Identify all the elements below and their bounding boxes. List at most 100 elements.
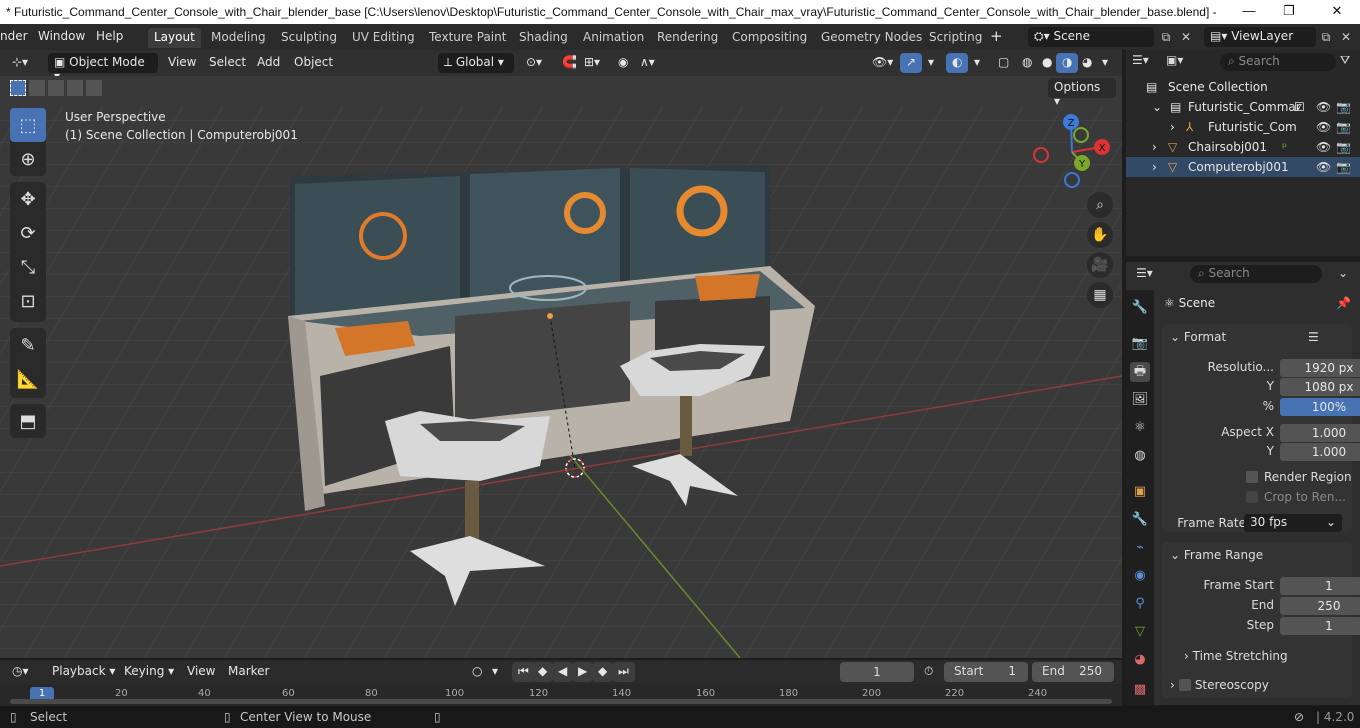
view-layer-tab-icon[interactable]: 🖼 — [1130, 390, 1150, 410]
play-reverse-icon[interactable]: ◀ — [552, 662, 574, 682]
select-subtract-icon[interactable] — [48, 80, 64, 96]
outliner-row-futuristic-empty[interactable]: › ⅄ Futuristic_Com 👁 📷 — [1126, 117, 1360, 137]
tab-animation[interactable]: Animation — [577, 28, 650, 48]
select-intersect-icon[interactable] — [86, 80, 102, 96]
eye-icon[interactable]: 👁 — [1316, 100, 1331, 114]
output-tab-icon[interactable]: 🖶 — [1130, 362, 1150, 382]
aspect-x-field[interactable]: 1.000 — [1280, 424, 1360, 442]
tab-scripting[interactable]: Scripting — [923, 28, 988, 48]
gizmo-toggle-icon[interactable]: ↗ — [900, 53, 923, 73]
tab-compositing[interactable]: Compositing — [726, 28, 813, 48]
material-tab-icon[interactable]: ◕ — [1130, 650, 1150, 670]
overlays-icon[interactable]: ◐ — [946, 53, 969, 73]
texture-tab-icon[interactable]: ▩ — [1130, 680, 1150, 700]
display-mode-icon[interactable]: ▣▾ — [1166, 53, 1183, 67]
options-chevron-icon[interactable]: ⌄ — [1338, 266, 1348, 280]
eye-icon[interactable]: 👁 — [1316, 140, 1331, 154]
mode-dropdown[interactable]: ▣ Object Mode ▾ — [48, 53, 158, 83]
playback-dropdown[interactable]: Playback ▾ — [46, 662, 121, 682]
zoom-icon[interactable]: ⌕ — [1087, 192, 1113, 218]
keying-dropdown[interactable]: Keying ▾ — [118, 662, 180, 682]
proportional-edit-icon[interactable]: ◉ — [612, 53, 634, 73]
expand-chevron-icon[interactable]: › — [1170, 120, 1175, 134]
options-dropdown[interactable]: Options ▾ — [1048, 78, 1116, 108]
play-icon[interactable]: ▶ — [572, 662, 594, 682]
outliner-row-computer[interactable]: › ▽ Computerobj001 👁 📷 — [1126, 157, 1360, 177]
close-icon[interactable]: ✕ — [1322, 3, 1352, 19]
resolution-x-field[interactable]: 1920 px — [1280, 359, 1360, 377]
frame-rate-dropdown[interactable]: 30 fps ⌄ — [1244, 514, 1342, 532]
physics-tab-icon[interactable]: ◉ — [1130, 566, 1150, 586]
tab-rendering[interactable]: Rendering — [651, 28, 724, 48]
stereoscopy-header[interactable]: › Stereoscopy — [1170, 678, 1269, 692]
pivot-icon[interactable]: ⊙▾ — [520, 53, 548, 73]
eye-icon[interactable]: 👁 — [1316, 160, 1331, 174]
select-extend-icon[interactable] — [29, 80, 45, 96]
scene-tab-icon[interactable]: ⚛ — [1130, 418, 1150, 438]
particles-tab-icon[interactable]: ⌁ — [1130, 538, 1150, 558]
end-frame-field[interactable]: End 250 — [1032, 662, 1114, 682]
select-invert-icon[interactable] — [67, 80, 83, 96]
outliner-row-chairs[interactable]: › ▽ Chairsobj001 ᵖ 👁 📷 — [1126, 137, 1360, 157]
crop-checkbox[interactable]: Crop to Ren... — [1246, 490, 1346, 504]
world-tab-icon[interactable]: ◍ — [1130, 446, 1150, 466]
add-cube-tool-icon[interactable]: ⬒ — [10, 404, 46, 438]
collapse-chevron-icon[interactable]: ⌄ — [1152, 100, 1162, 114]
frame-end-field[interactable]: 250 — [1280, 597, 1360, 615]
move-tool-icon[interactable]: ✥ — [10, 182, 46, 216]
timeline-editor-icon[interactable]: ◷▾ — [6, 662, 35, 682]
resolution-percent-slider[interactable]: 100% — [1280, 398, 1360, 416]
gizmo-dropdown-icon[interactable]: ▾ — [922, 53, 940, 73]
expand-chevron-icon[interactable]: › — [1152, 160, 1157, 174]
falloff-icon[interactable]: ∧▾ — [634, 53, 661, 73]
expand-chevron-icon[interactable]: › — [1152, 140, 1157, 154]
visibility-icon[interactable]: 👁▾ — [866, 53, 899, 73]
shading-dropdown-icon[interactable]: ▾ — [1096, 53, 1114, 73]
render-camera-icon[interactable]: 📷 — [1336, 120, 1351, 134]
keying-set-dropdown-icon[interactable]: ▾ — [486, 662, 504, 682]
menu-object[interactable]: Object — [288, 53, 339, 73]
new-scene-icon[interactable]: ⧉ — [1156, 27, 1176, 47]
menu-view[interactable]: View — [162, 53, 202, 73]
transform-tool-icon[interactable]: ⊡ — [10, 284, 46, 318]
tab-sculpting[interactable]: Sculpting — [275, 28, 343, 48]
render-camera-icon[interactable]: 📷 — [1336, 140, 1351, 154]
object-tab-icon[interactable]: ▣ — [1130, 482, 1150, 502]
frame-range-header[interactable]: ⌄ Frame Range — [1170, 548, 1263, 562]
cursor-tool-icon[interactable]: ⊕ — [10, 142, 46, 176]
render-camera-icon[interactable]: 📷 — [1336, 160, 1351, 174]
tab-modeling[interactable]: Modeling — [205, 28, 272, 48]
menu-window[interactable]: Window — [38, 29, 85, 43]
menu-add[interactable]: Add — [251, 53, 286, 73]
start-frame-field[interactable]: Start 1 — [944, 662, 1028, 682]
menu-render[interactable]: nder — [0, 29, 28, 43]
render-camera-icon[interactable]: 📷 — [1336, 100, 1351, 114]
delete-viewlayer-icon[interactable]: ✕ — [1336, 27, 1356, 47]
xray-icon[interactable]: ▢ — [992, 53, 1015, 73]
navigation-gizmo[interactable]: X Y Z — [1030, 112, 1116, 192]
viewlayer-selector[interactable]: ▤▾ ViewLayer — [1204, 27, 1316, 47]
preset-list-icon[interactable]: ☰ — [1308, 330, 1319, 344]
transform-orientation-dropdown[interactable]: ⟂ Global ▾ — [438, 53, 514, 73]
filter-icon[interactable]: ⛛ — [1340, 53, 1350, 68]
frame-step-field[interactable]: 1 — [1280, 617, 1360, 635]
timeline-scrollbar[interactable] — [10, 699, 1112, 704]
3d-viewport[interactable]: User Perspective (1) Scene Collection | … — [0, 76, 1122, 658]
overlays-dropdown-icon[interactable]: ▾ — [968, 53, 986, 73]
tool-tab-icon[interactable]: 🔧 — [1130, 298, 1150, 318]
format-header[interactable]: ⌄ Format — [1170, 330, 1226, 344]
tab-layout[interactable]: Layout — [148, 28, 201, 48]
aspect-y-field[interactable]: 1.000 — [1280, 443, 1360, 461]
prev-keyframe-icon[interactable]: ◆ — [532, 662, 554, 682]
add-workspace-icon[interactable]: + — [990, 27, 1003, 45]
rotate-tool-icon[interactable]: ⟳ — [10, 216, 46, 250]
tab-geometry-nodes[interactable]: Geometry Nodes — [815, 28, 928, 48]
measure-tool-icon[interactable]: 📐 — [10, 362, 46, 396]
properties-search-input[interactable]: ⌕ Search — [1190, 265, 1322, 283]
current-frame-field[interactable]: 1 — [840, 662, 914, 682]
render-region-checkbox[interactable]: Render Region — [1246, 470, 1352, 484]
menu-help[interactable]: Help — [96, 29, 123, 43]
outliner-row-futuristic-collection[interactable]: ⌄ ▤ Futuristic_Commar ☑ 👁 📷 — [1126, 97, 1360, 117]
outliner-editor-icon[interactable]: ☰▾ — [1132, 53, 1149, 67]
resolution-y-field[interactable]: 1080 px — [1280, 378, 1360, 396]
